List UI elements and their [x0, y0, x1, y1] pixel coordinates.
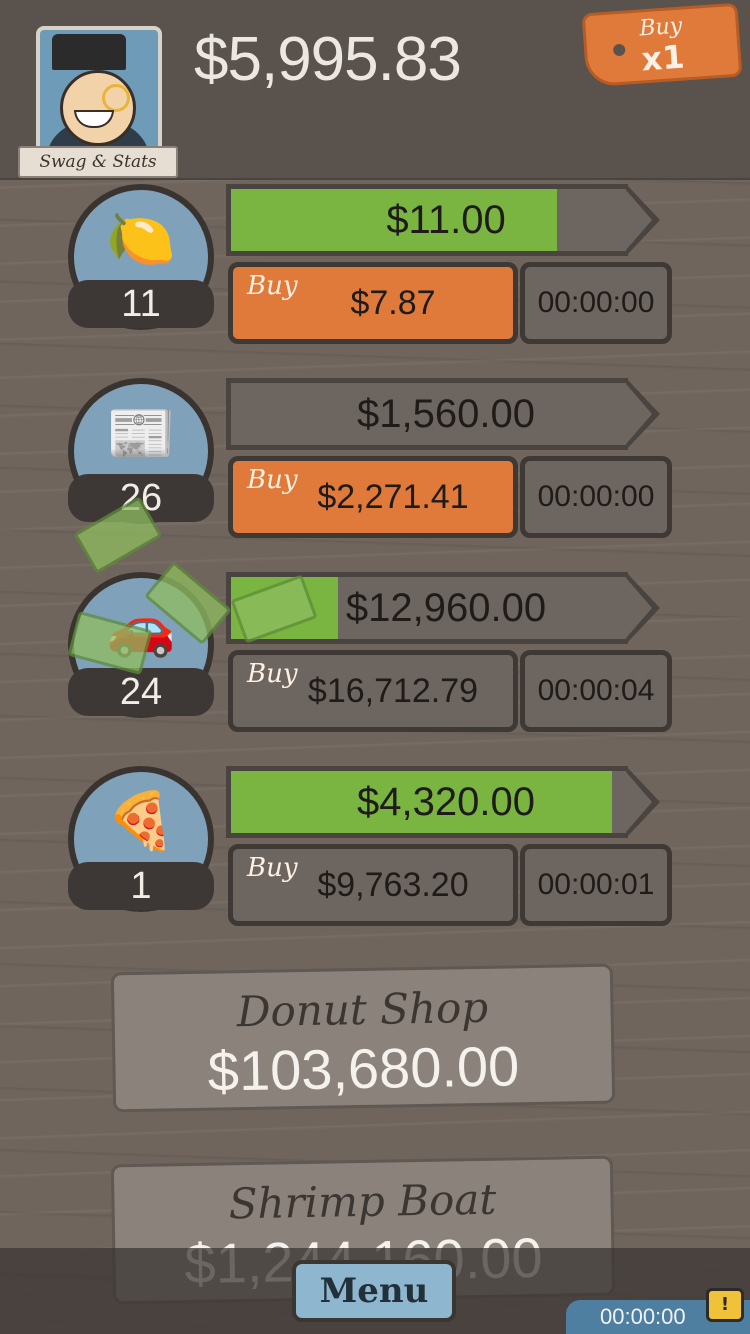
owned-count: 24: [68, 668, 214, 716]
business-row-pizza: 🍕 1 $4,320.00 Buy $9,763.20 00:00:01: [0, 764, 750, 944]
buy-button[interactable]: Buy $7.87: [228, 262, 518, 344]
locked-business-donut-shop[interactable]: Donut Shop $103,680.00: [110, 963, 616, 1113]
top-hat-icon: [52, 34, 126, 70]
buy-cost: $16,712.79: [307, 672, 479, 710]
cycle-timer: 00:00:00: [520, 262, 672, 344]
cycle-timer: 00:00:00: [520, 456, 672, 538]
buy-button[interactable]: Buy $2,271.41: [228, 456, 518, 538]
buy-cost: $2,271.41: [317, 478, 469, 516]
owned-count: 11: [68, 280, 214, 328]
earnings-per-cycle: $4,320.00: [357, 780, 535, 824]
buy-cost: $7.87: [350, 284, 436, 322]
menu-button[interactable]: Menu: [292, 1260, 456, 1322]
owned-count: 1: [68, 862, 214, 910]
cash-balance: $5,995.83: [194, 25, 462, 94]
earnings-per-cycle: $11.00: [386, 198, 506, 242]
pizza-icon: 🍕: [106, 789, 176, 854]
header: Swag & Stats $5,995.83 Buy x1: [0, 0, 750, 180]
buy-button[interactable]: Buy $16,712.79: [228, 650, 518, 732]
buy-button[interactable]: Buy $9,763.20: [228, 844, 518, 926]
swag-and-stats-label[interactable]: Swag & Stats: [18, 146, 178, 178]
business-row-lemonade: 🍋 11 $11.00 Buy $7.87 00:00:00: [0, 182, 750, 362]
cycle-timer: 00:00:04: [520, 650, 672, 732]
earnings-per-cycle: $1,560.00: [357, 392, 535, 436]
cycle-timer: 00:00:01: [520, 844, 672, 926]
newspaper-icon: 📰: [106, 401, 176, 466]
buy-multiplier-button[interactable]: Buy x1: [581, 2, 743, 88]
lemon-icon: 🍋: [106, 207, 176, 272]
locked-business-name: Donut Shop: [236, 982, 489, 1037]
locked-business-price: $103,680.00: [207, 1034, 520, 1103]
tv-icon[interactable]: !: [706, 1288, 744, 1322]
buy-cost: $9,763.20: [317, 866, 469, 904]
locked-business-name: Shrimp Boat: [228, 1174, 497, 1229]
swag-and-stats-button[interactable]: [36, 26, 162, 158]
monocle-icon: [102, 84, 130, 112]
